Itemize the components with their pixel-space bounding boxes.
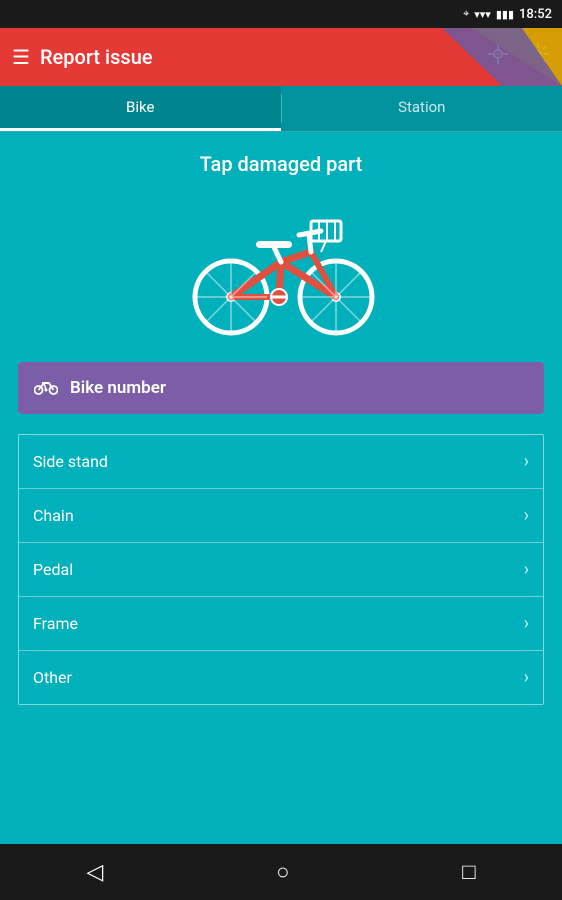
chevron-right-icon: › [524,505,529,526]
content-area: Tap damaged part [0,132,562,844]
issue-item-chain[interactable]: Chain › [19,489,543,543]
issue-item-frame[interactable]: Frame › [19,597,543,651]
chevron-right-icon: › [524,613,529,634]
issue-label-frame: Frame [33,614,78,633]
bike-number-label: Bike number [70,378,166,398]
issue-item-side-stand[interactable]: Side stand › [19,435,543,489]
status-time: 18:52 [519,7,552,22]
chevron-right-icon: › [524,559,529,580]
issue-item-pedal[interactable]: Pedal › [19,543,543,597]
chevron-right-icon: › [524,451,529,472]
bike-number-icon [34,376,58,400]
location-icon: ⌖ [463,7,469,21]
bike-illustration[interactable] [18,192,544,342]
issue-item-other[interactable]: Other › [19,651,543,704]
home-button[interactable]: ○ [256,851,309,893]
bike-number-bar[interactable]: Bike number [18,362,544,414]
battery-icon: ▮▮▮ [496,8,514,21]
recent-apps-button[interactable]: □ [442,851,495,893]
issue-label-chain: Chain [33,506,74,525]
issue-label-side-stand: Side stand [33,452,108,471]
status-icons: ⌖ ▾▾▾ ▮▮▮ 18:52 [463,7,552,22]
back-button[interactable]: ◁ [66,852,123,893]
tap-instruction: Tap damaged part [18,152,544,176]
issue-list: Side stand › Chain › Pedal › Frame › Oth… [18,434,544,705]
page-title: Report issue [40,45,153,69]
issue-label-pedal: Pedal [33,560,73,579]
menu-icon[interactable]: ☰ [12,45,30,69]
issue-label-other: Other [33,668,72,687]
tab-bar: Bike Station [0,86,562,132]
tab-bike[interactable]: Bike [0,86,281,131]
settings-button[interactable] [526,42,550,72]
top-bar-right [486,42,550,72]
location-button[interactable] [486,42,510,72]
status-bar: ⌖ ▾▾▾ ▮▮▮ 18:52 [0,0,562,28]
chevron-right-icon: › [524,667,529,688]
tab-station[interactable]: Station [282,86,562,131]
top-bar: ☰ Report issue [0,28,562,86]
wifi-icon: ▾▾▾ [474,8,491,21]
main-panel: Tap damaged part [0,132,562,725]
top-bar-left: ☰ Report issue [12,45,153,69]
bottom-nav: ◁ ○ □ [0,844,562,900]
